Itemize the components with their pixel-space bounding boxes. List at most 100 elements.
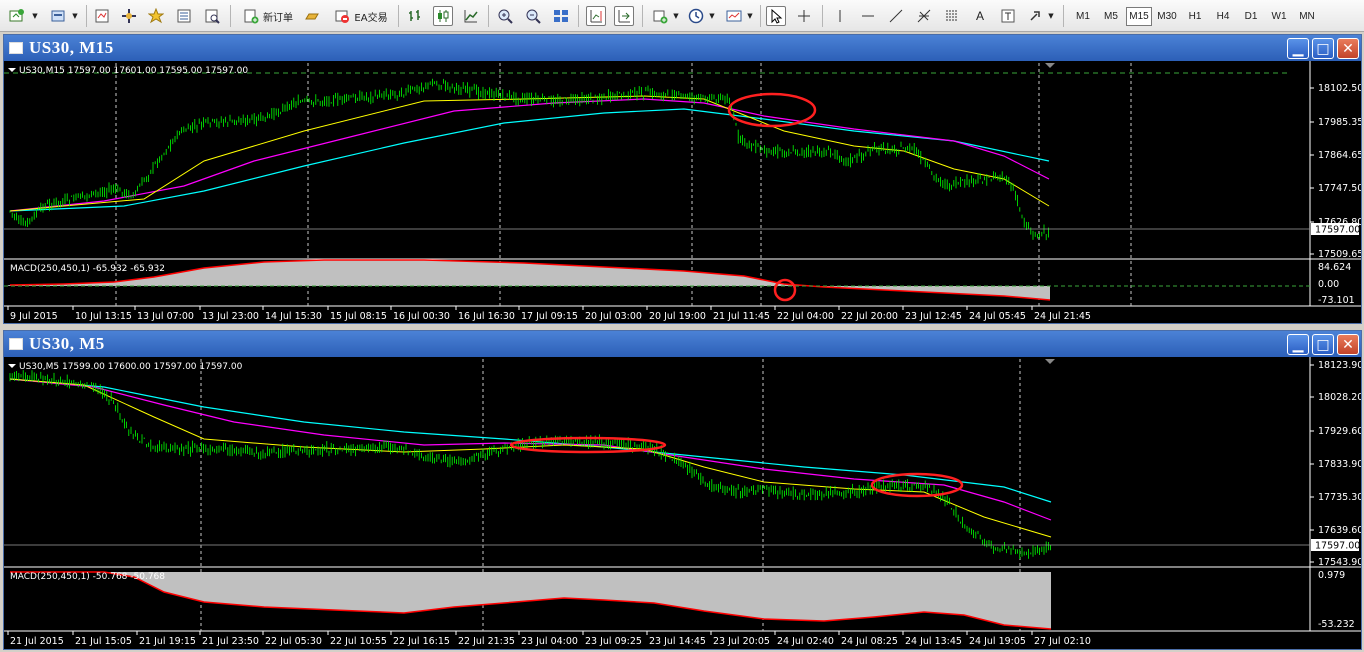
time-label: 13 Jul 07:00 (137, 311, 194, 322)
macd-label: MACD(250,450,1) -65.932 -65.932 (10, 264, 165, 274)
time-label: 9 Jul 2015 (10, 311, 58, 322)
price-label: 17747.50 (1318, 183, 1361, 194)
bar-chart-icon[interactable] (405, 6, 425, 26)
chevron-down-icon[interactable]: ▼ (746, 6, 754, 26)
time-label: 20 Jul 19:00 (649, 311, 706, 322)
arrows-icon[interactable] (1026, 6, 1046, 26)
time-label: 21 Jul 11:45 (713, 311, 770, 322)
time-label: 23 Jul 12:45 (905, 311, 962, 322)
timeframe-h4-button[interactable]: H4 (1210, 7, 1236, 26)
tile-windows-icon[interactable] (551, 6, 571, 26)
timeframe-w1-button[interactable]: W1 (1266, 7, 1292, 26)
chart-window-m5[interactable]: US30, M5 ▁ □ ✕ 18123.90 18028.20 17929.60 1… (3, 330, 1362, 650)
chart-window-m15[interactable]: US30, M15 ▁ □ ✕ 18102.50 17985.35 17864.65… (3, 34, 1362, 324)
text-label-icon[interactable] (998, 6, 1018, 26)
templates-icon[interactable] (724, 6, 744, 26)
time-label: 21 Jul 2015 (10, 636, 64, 647)
indicators-icon[interactable] (650, 6, 670, 26)
zoom-out-icon[interactable] (523, 6, 543, 26)
macd-label: MACD(250,450,1) -50.768 -50.768 (10, 572, 165, 582)
chart-area[interactable]: 18102.5017985.3517864.6517747.5017626.80… (4, 61, 1361, 323)
time-label: 13 Jul 23:00 (202, 311, 259, 322)
macd-scale-label: -53.232 (1318, 619, 1355, 630)
maximize-button[interactable]: □ (1312, 38, 1334, 59)
time-label: 21 Jul 23:50 (202, 636, 259, 647)
market-watch-icon[interactable] (92, 6, 112, 26)
new-order-label: 新订单 (263, 12, 293, 24)
strategy-tester-icon[interactable] (202, 6, 222, 26)
minimize-button[interactable]: ▁ (1287, 38, 1309, 59)
toolbar-separator (86, 5, 87, 27)
price-label: 18102.50 (1318, 83, 1361, 94)
time-label: 21 Jul 15:05 (75, 636, 132, 647)
chevron-down-icon[interactable]: ▼ (672, 6, 680, 26)
close-button[interactable]: ✕ (1337, 38, 1359, 59)
toolbar-separator (230, 5, 231, 27)
macd-scale-label: 0.00 (1318, 279, 1339, 290)
horizontal-line-icon[interactable] (858, 6, 878, 26)
chevron-down-icon[interactable]: ▼ (1047, 6, 1055, 26)
time-label: 21 Jul 19:15 (139, 636, 196, 647)
maximize-button[interactable]: □ (1312, 334, 1334, 355)
candlestick-icon[interactable] (433, 6, 453, 26)
price-label: 17985.35 (1318, 117, 1361, 128)
time-label: 24 Jul 19:05 (969, 636, 1026, 647)
window-titlebar: US30, M15 ▁ □ ✕ (4, 35, 1361, 61)
timeframe-mn-button[interactable]: MN (1294, 7, 1320, 26)
auto-scroll-icon[interactable] (614, 6, 634, 26)
data-window-icon[interactable] (174, 6, 194, 26)
timeframe-m15-button[interactable]: M15 (1126, 7, 1152, 26)
zoom-in-icon[interactable] (495, 6, 515, 26)
toolbar-separator (760, 5, 761, 27)
fib-retracement-icon[interactable] (942, 6, 962, 26)
minimize-button[interactable]: ▁ (1287, 334, 1309, 355)
time-label: 27 Jul 02:10 (1034, 636, 1091, 647)
time-label: 23 Jul 09:25 (585, 636, 642, 647)
time-label: 17 Jul 09:15 (521, 311, 578, 322)
cursor-icon[interactable] (766, 6, 786, 26)
new-chart-icon[interactable] (6, 6, 26, 26)
fibonacci-icon[interactable] (914, 6, 934, 26)
macd-scale-label: 84.624 (1318, 262, 1351, 273)
ea-trading-button[interactable]: EA交易 (330, 6, 392, 26)
timeframe-d1-button[interactable]: D1 (1238, 7, 1264, 26)
chevron-down-icon[interactable]: ▼ (70, 6, 80, 26)
crosshair-icon[interactable] (794, 6, 814, 26)
timeframe-h1-button[interactable]: H1 (1182, 7, 1208, 26)
main-toolbar: ▼ ▼ 新订单 EA交易 ▼ ▼ ▼ A ▼ M1 M5 M15 M30 H1 H4 D1 W… (0, 0, 1364, 32)
gold-bar-icon[interactable] (302, 6, 322, 26)
close-button[interactable]: ✕ (1337, 334, 1359, 355)
timeframe-m1-button[interactable]: M1 (1070, 7, 1096, 26)
price-label: 17509.65 (1318, 249, 1361, 260)
time-label: 22 Jul 05:30 (265, 636, 322, 647)
time-label: 23 Jul 14:45 (649, 636, 706, 647)
new-order-button[interactable]: 新订单 (238, 6, 298, 26)
text-icon[interactable]: A (970, 6, 990, 26)
price-label: 17735.30 (1318, 492, 1361, 503)
favorites-icon[interactable] (146, 6, 166, 26)
periods-icon[interactable] (686, 6, 706, 26)
timeframe-m5-button[interactable]: M5 (1098, 7, 1124, 26)
autotrading-icon (335, 10, 350, 23)
navigator-icon[interactable] (119, 6, 139, 26)
time-label: 24 Jul 13:45 (905, 636, 962, 647)
line-chart-icon[interactable] (461, 6, 481, 26)
chevron-down-icon[interactable]: ▼ (708, 6, 716, 26)
price-label: 17543.90 (1318, 557, 1361, 568)
price-label: 17864.65 (1318, 150, 1361, 161)
timeframe-m30-button[interactable]: M30 (1154, 7, 1180, 26)
current-price-label: 17597.00 (1315, 541, 1360, 552)
time-label: 24 Jul 02:40 (777, 636, 834, 647)
chevron-down-icon[interactable]: ▼ (30, 6, 40, 26)
ea-trading-label: EA交易 (354, 12, 388, 24)
time-label: 24 Jul 05:45 (969, 311, 1026, 322)
time-label: 22 Jul 16:15 (393, 636, 450, 647)
macd-scale-label: -73.101 (1318, 295, 1355, 306)
price-label: 17929.60 (1318, 426, 1361, 437)
chart-shift-icon[interactable] (586, 6, 606, 26)
chart-area[interactable]: 18123.90 18028.20 17929.60 17833.90 17735.30… (4, 357, 1361, 649)
trendline-icon[interactable] (886, 6, 906, 26)
toolbar-separator (822, 5, 823, 27)
vertical-line-icon[interactable] (830, 6, 850, 26)
profiles-icon[interactable] (48, 6, 68, 26)
